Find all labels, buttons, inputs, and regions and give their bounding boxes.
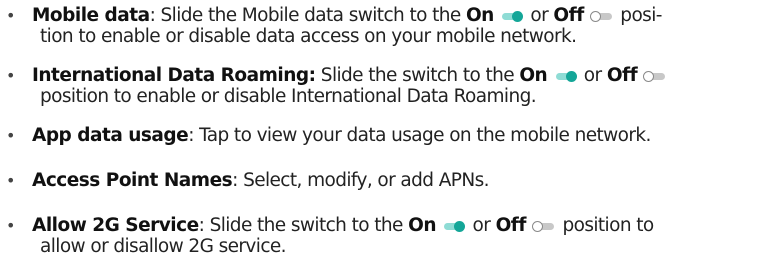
toggle-on-icon [442,221,466,232]
bullet: • [6,216,15,235]
item-text-continued: tion to enable or disable data access on… [40,26,577,47]
off-label: Off [495,215,527,236]
on-label: On [408,215,436,236]
item-line: Access Point Names: Select, modify, or a… [32,170,490,191]
item-text-continued: allow or disallow 2G service. [40,236,287,257]
item-line: Allow 2G Service: Slide the switch to th… [32,215,654,236]
item-term: App data usage [32,125,189,146]
item-line: Mobile data: Slide the Mobile data switc… [32,5,662,26]
toggle-on-icon [500,11,524,22]
item-text: Slide the switch to the [315,65,520,86]
bullet: • [6,6,15,25]
off-label: Off [606,65,638,86]
item-text: Slide the Mobile data switch to the [160,5,466,26]
bullet: • [6,66,15,85]
item-text: Select, modify, or add APNs. [243,170,489,191]
item-line: App data usage: Tap to view your data us… [32,125,651,146]
bullet: • [6,126,15,145]
toggle-on-icon [554,71,578,82]
on-label: On [519,65,548,86]
item-term: Allow 2G Service [32,215,199,236]
item-text: Slide the switch to the [209,215,409,236]
bullet: • [6,171,15,190]
off-label: Off [553,5,584,26]
on-label: On [465,5,494,26]
item-text-continued: position to enable or disable Internatio… [40,86,537,107]
item-text: Tap to view your data usage on the mobil… [199,125,651,146]
item-line: International Data Roaming: Slide the sw… [32,65,668,86]
toggle-off-icon [532,221,556,232]
item-term: Mobile data [32,5,150,26]
toggle-off-icon [643,71,667,82]
item-term: International Data Roaming: [32,65,316,86]
item-term: Access Point Names [32,170,233,191]
settings-description-list: • Mobile data: Slide the Mobile data swi… [0,0,759,270]
toggle-off-icon [590,11,614,22]
